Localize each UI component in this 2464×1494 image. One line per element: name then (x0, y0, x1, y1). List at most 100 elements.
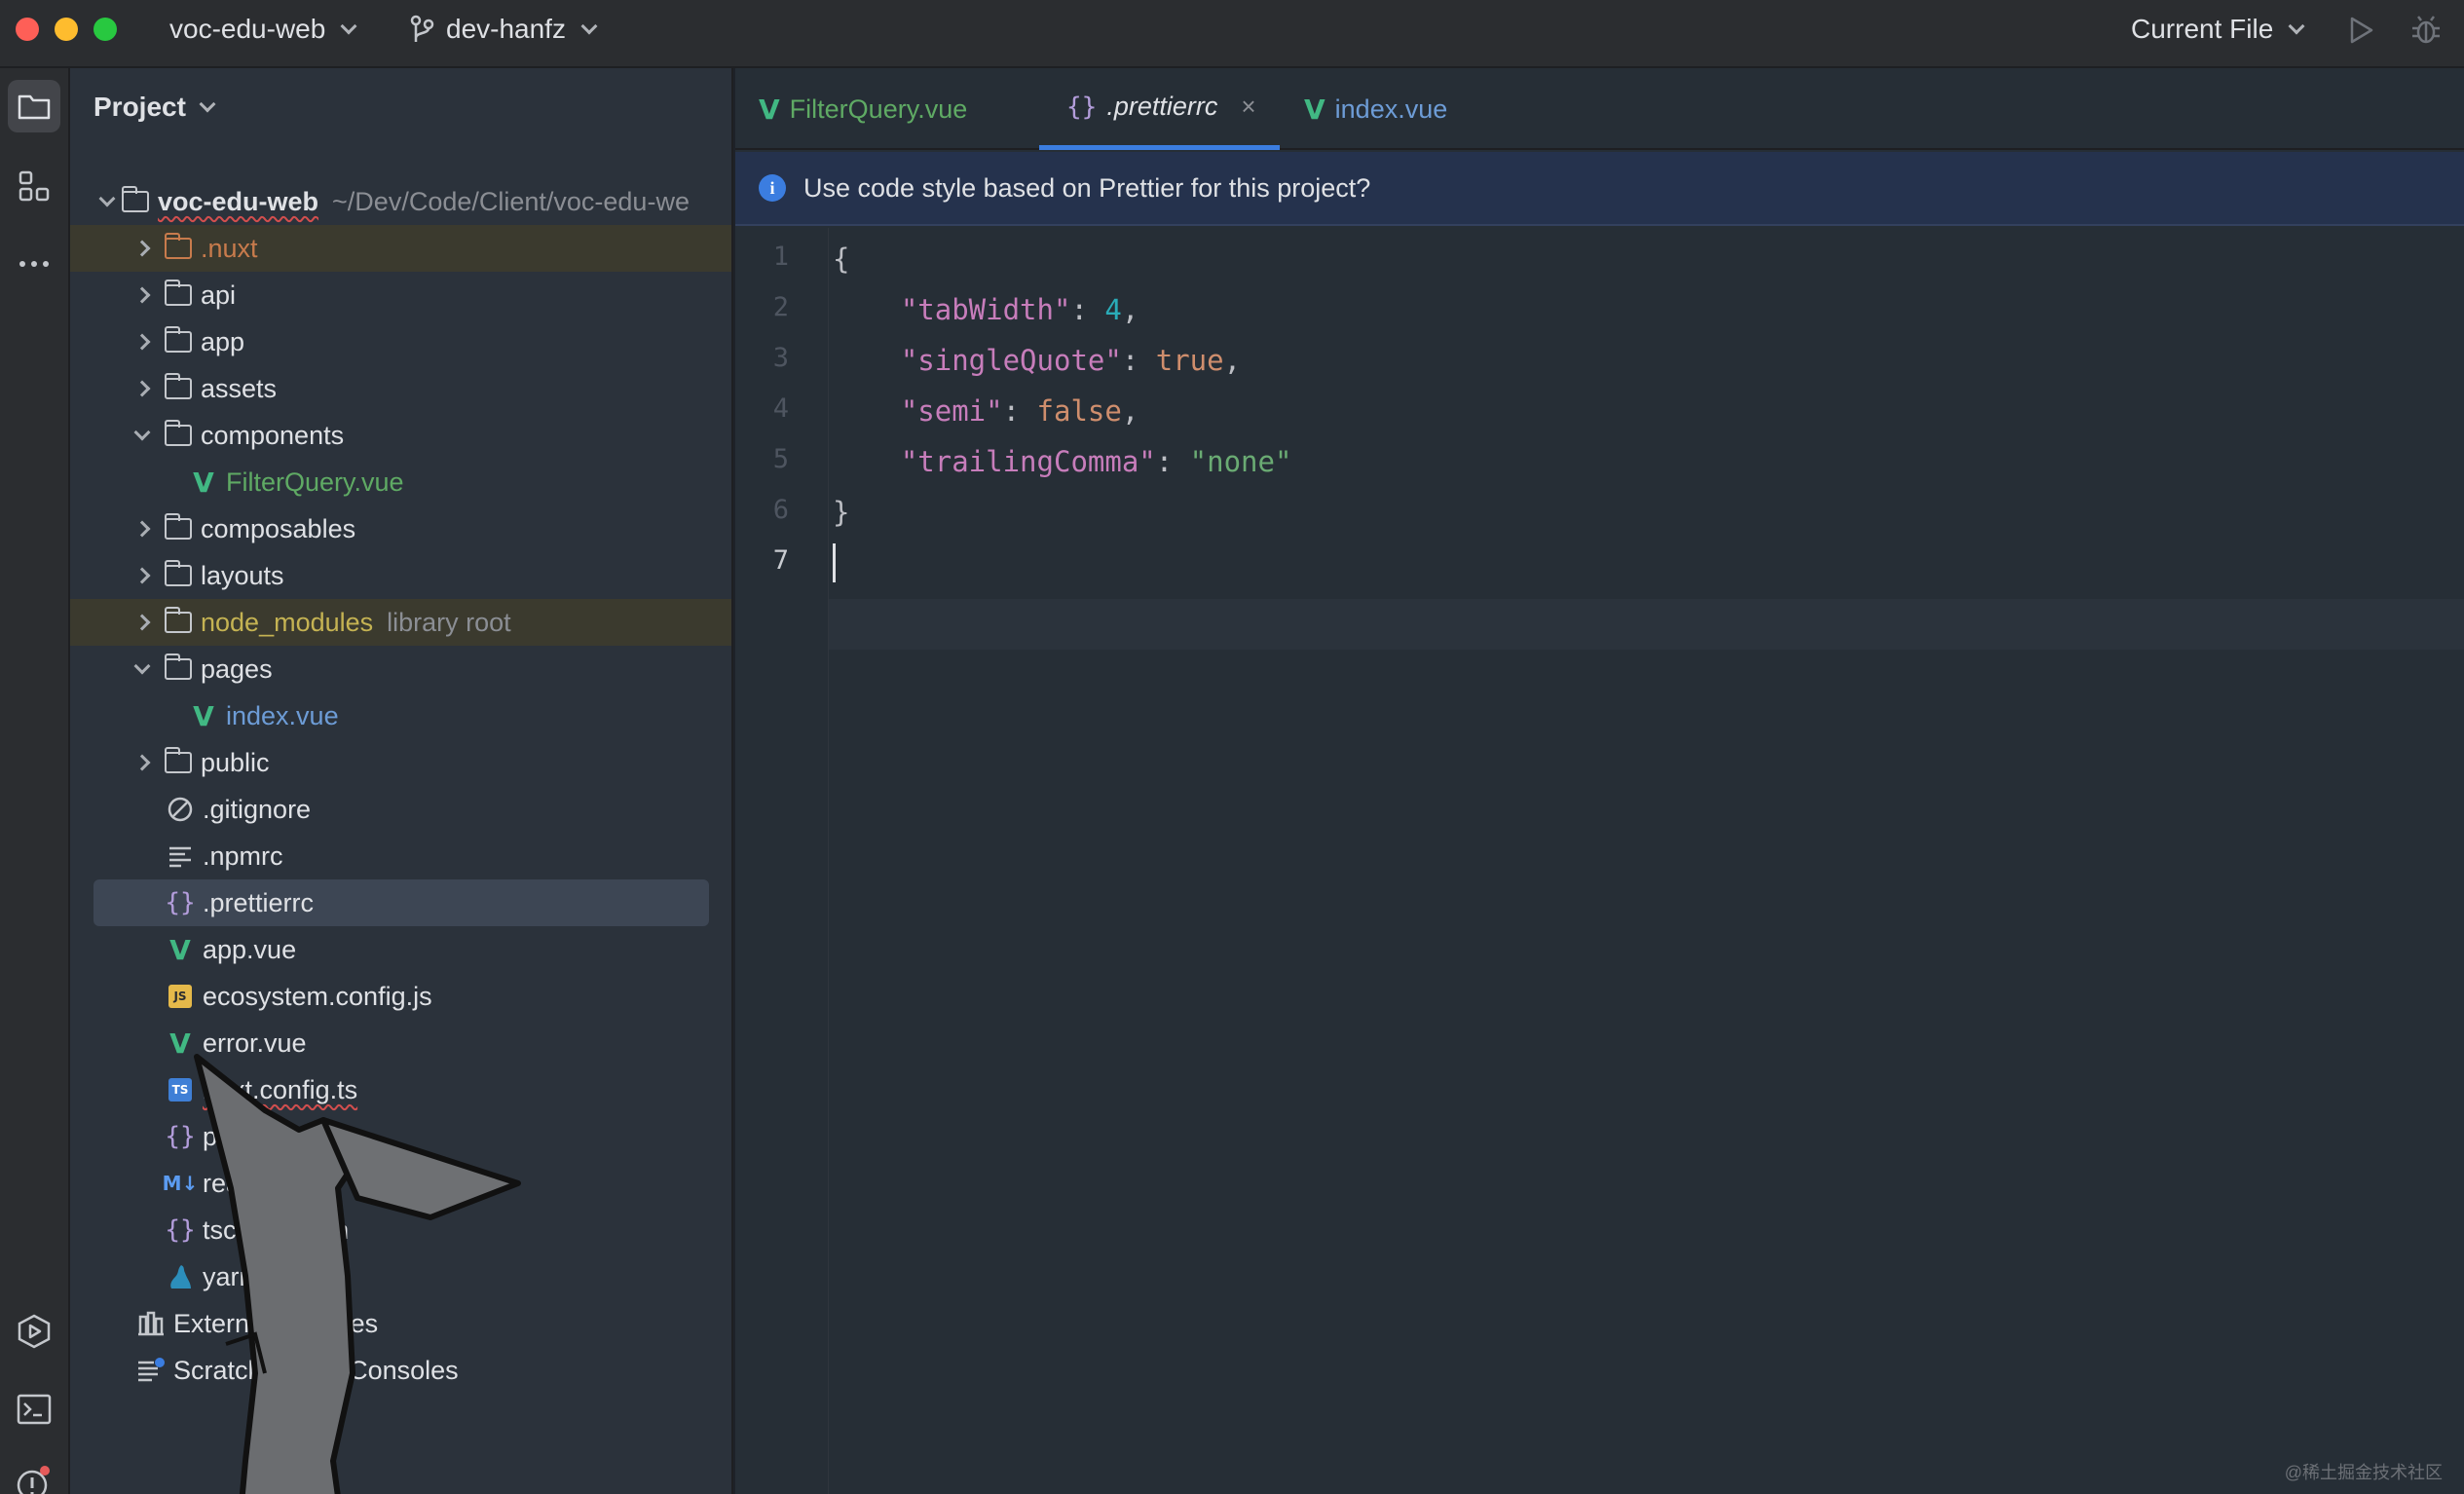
json-value: true (1155, 344, 1224, 377)
tab-label: FilterQuery.vue (789, 93, 968, 124)
json-file-icon: {} (165, 888, 196, 917)
chevron-down-icon (199, 95, 216, 113)
tab-label: .prettierrc (1106, 92, 1218, 121)
folder-icon (18, 94, 51, 120)
tree-item[interactable]: node_modules library root (70, 599, 731, 646)
line-number: 2 (772, 292, 789, 322)
json-key: "trailingComma" (900, 445, 1156, 478)
tree-root-voc-edu-web[interactable]: voc-edu-web ~/Dev/Code/Client/voc-edu-we (70, 178, 731, 225)
tree-item-scratches[interactable]: Scratches and Consoles (70, 1347, 731, 1394)
tree-item-label: ecosystem.config.js (203, 981, 432, 1011)
tree-item[interactable]: public (70, 739, 731, 786)
close-icon[interactable]: × (1241, 92, 1255, 122)
markdown-file-icon: M↓ (162, 1172, 199, 1195)
tab-prettierrc[interactable]: {} .prettierrc × (1039, 68, 1280, 150)
watermark: @稀土掘金技术社区 (2284, 1463, 2443, 1482)
tree-item[interactable]: Vindex.vue (70, 692, 731, 739)
tree-item[interactable]: {} tsconfig.json (70, 1207, 731, 1253)
chevron-right-icon[interactable] (129, 609, 156, 636)
chevron-right-icon[interactable] (129, 562, 156, 589)
tree-item-label: .npmrc (203, 840, 283, 871)
tab-filterquery[interactable]: V FilterQuery.vue (759, 68, 967, 150)
json-key: "semi" (900, 394, 1003, 428)
current-line-highlight (829, 599, 2464, 650)
line-number: 3 (772, 343, 789, 373)
folder-icon (164, 607, 193, 636)
code-line: "trailingComma": "none" (833, 436, 1292, 487)
tree-item[interactable]: Verror.vue (70, 1020, 731, 1066)
code-line: "tabWidth": 4, (833, 284, 1139, 335)
more-tools-button[interactable] (8, 238, 60, 290)
info-icon: i (759, 174, 786, 202)
problems-tool-button[interactable] (8, 1457, 60, 1494)
chevron-right-icon[interactable] (129, 749, 156, 776)
library-icon (136, 1310, 166, 1337)
branch-switcher[interactable]: dev-hanfz (409, 12, 598, 47)
ignore-file-icon (166, 796, 195, 823)
chevron-right-icon[interactable] (129, 375, 156, 402)
chevron-down-icon[interactable] (129, 655, 156, 683)
tree-item[interactable]: api (70, 272, 731, 318)
window-maximize-button[interactable] (93, 18, 117, 41)
tree-item[interactable]: .nuxt (70, 225, 731, 272)
tree-item[interactable]: components (70, 412, 731, 459)
tree-item-label: public (201, 747, 270, 777)
line-number: 4 (772, 393, 789, 424)
json-key: "tabWidth" (900, 293, 1071, 326)
close-brace: } (833, 496, 850, 529)
tab-index[interactable]: V index.vue (1304, 68, 1447, 150)
tree-item[interactable]: Vapp.vue (70, 926, 731, 973)
tree-item[interactable]: M↓ readme.md (70, 1160, 731, 1207)
window-minimize-button[interactable] (55, 18, 78, 41)
structure-tool-button[interactable] (8, 160, 60, 212)
tree-item[interactable]: V FilterQuery.vue (70, 459, 731, 505)
colon: : (1121, 344, 1156, 377)
project-view-selector[interactable]: Project (93, 92, 216, 123)
tree-item[interactable]: {} .prettierrc (93, 879, 709, 926)
chevron-down-icon[interactable] (93, 188, 121, 215)
code-line: "semi": false, (833, 386, 1139, 436)
tree-item[interactable]: assets (70, 365, 731, 412)
window-close-button[interactable] (16, 18, 39, 41)
tree-item-label: components (201, 420, 345, 450)
root-folder-name: voc-edu-web (158, 186, 319, 216)
folder-icon (164, 747, 193, 776)
tree-item-label: index.vue (226, 700, 339, 730)
chevron-right-icon[interactable] (129, 281, 156, 309)
tree-item[interactable]: JS ecosystem.config.js (70, 973, 731, 1020)
tree-item[interactable]: pages (70, 646, 731, 692)
folder-icon (121, 186, 150, 215)
line-number: 5 (772, 444, 789, 474)
problems-icon (17, 1466, 50, 1494)
run-config-selector[interactable]: Current File (2131, 12, 2305, 47)
tree-item-label: assets (201, 373, 278, 403)
tree-item[interactable]: .npmrc (70, 833, 731, 879)
tree-item[interactable]: layouts (70, 552, 731, 599)
chevron-right-icon[interactable] (129, 235, 156, 262)
trailing-comma: , (1223, 344, 1242, 377)
run-icon[interactable] (2345, 16, 2376, 45)
tree-item-label: .gitignore (203, 794, 312, 824)
run-config-label: Current File (2131, 14, 2274, 44)
chevron-down-icon[interactable] (129, 422, 156, 449)
project-tool-button[interactable] (8, 80, 60, 132)
tree-item[interactable]: {} package.json (70, 1113, 731, 1160)
tree-item[interactable]: .gitignore (70, 786, 731, 833)
tree-item[interactable]: composables (70, 505, 731, 552)
debug-icon[interactable] (2409, 14, 2443, 47)
tree-item-external-libraries[interactable]: External Libraries (70, 1300, 731, 1347)
terminal-tool-button[interactable] (8, 1383, 60, 1436)
tree-item-label: yarn.lock (203, 1261, 309, 1291)
chevron-right-icon[interactable] (129, 328, 156, 355)
tree-item[interactable]: app (70, 318, 731, 365)
vue-file-icon: V (193, 699, 214, 732)
tree-item[interactable]: yarn.lock (70, 1253, 731, 1300)
prettier-notification-banner: i Use code style based on Prettier for t… (735, 152, 2464, 226)
tree-item[interactable]: TS nuxt.config.ts (70, 1066, 731, 1113)
code-line (833, 538, 836, 588)
line-gutter: 1 2 3 4 5 6 7 (735, 228, 829, 1494)
chevron-right-icon[interactable] (129, 515, 156, 542)
project-switcher[interactable]: voc-edu-web (169, 12, 357, 47)
services-tool-button[interactable] (8, 1305, 60, 1358)
